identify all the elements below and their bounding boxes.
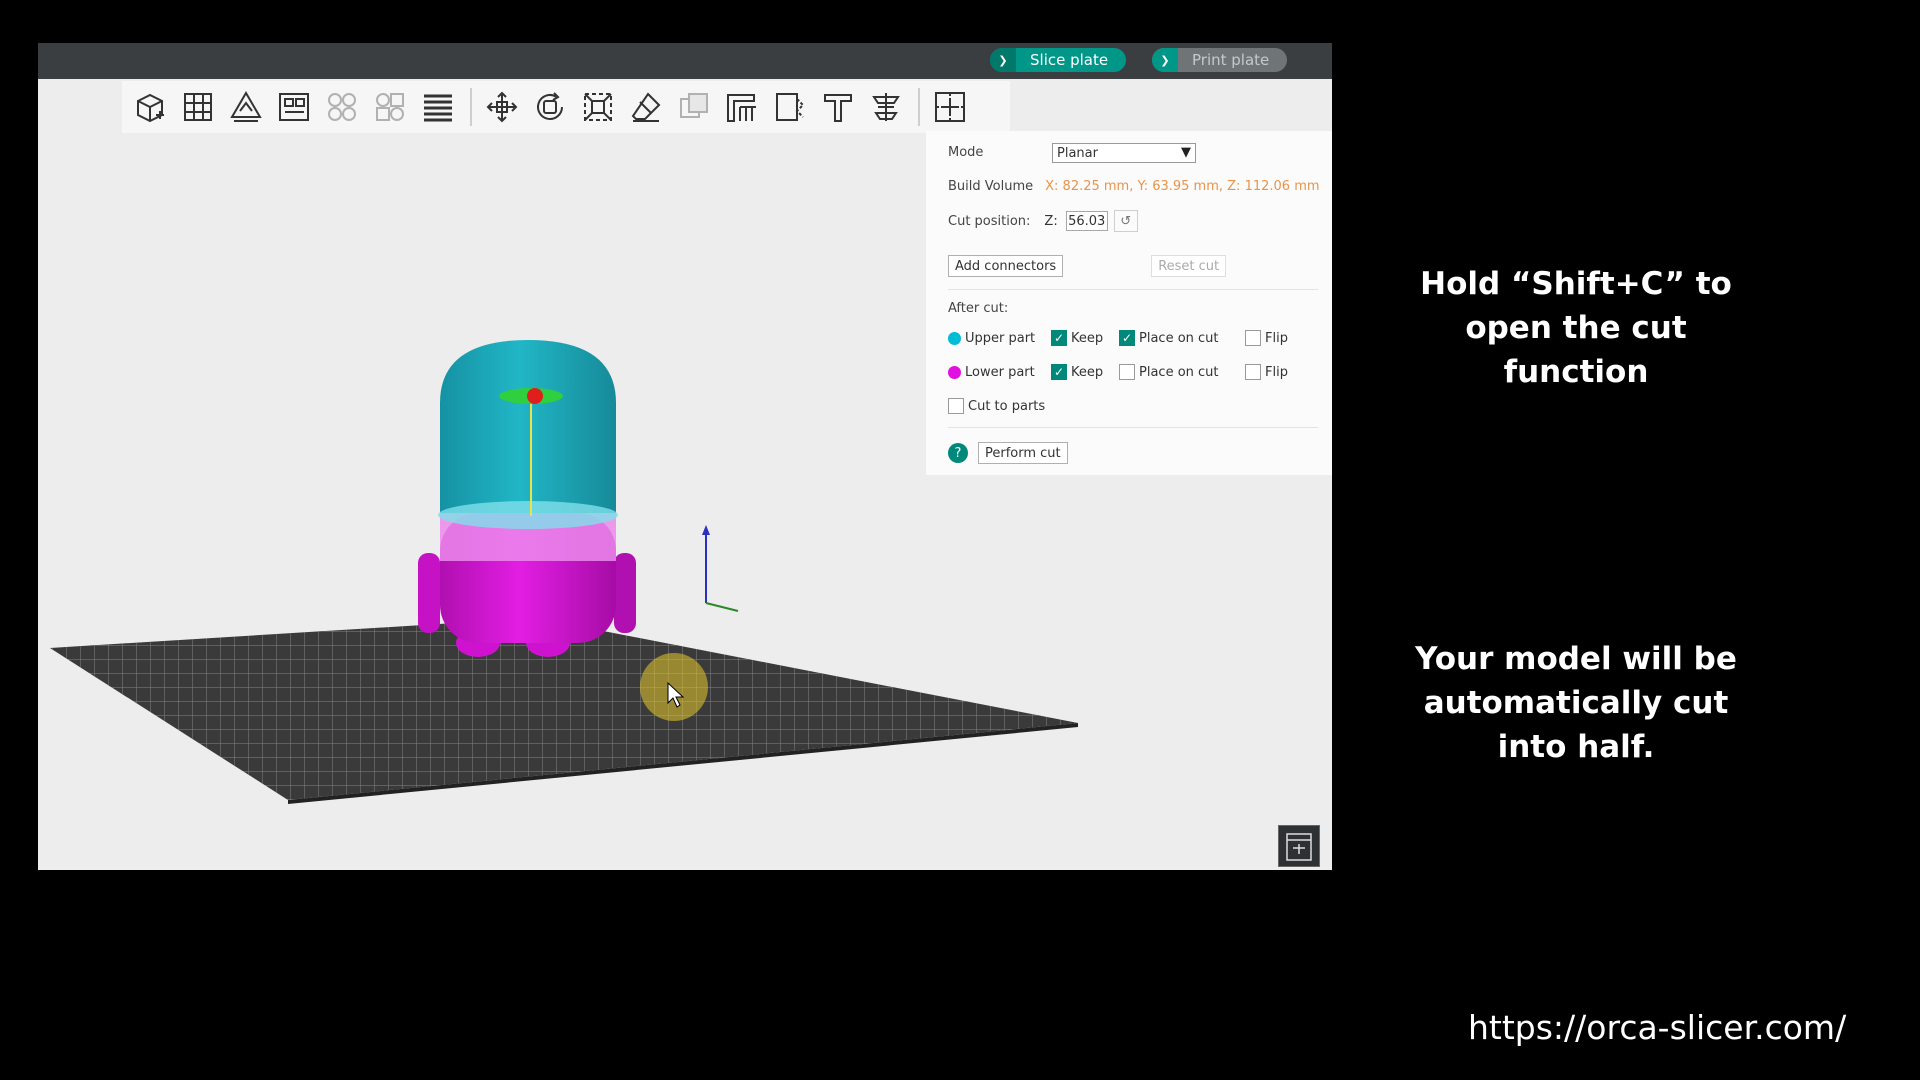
- cut-to-parts-row: Cut to parts: [948, 398, 1045, 414]
- measure-icon[interactable]: [866, 87, 906, 127]
- upper-part-color-swatch: [948, 331, 961, 345]
- cut-position-row: Cut position: Z: 56.03 ↺: [948, 210, 1138, 232]
- mode-select[interactable]: Planar ▼: [1052, 143, 1196, 163]
- upper-part-row: Upper part ✓ Keep ✓ Place on cut Flip: [948, 330, 1288, 346]
- slicer-window: ❯ Slice plate ❯ Print plate Mode Planar …: [38, 43, 1332, 870]
- divider: [948, 289, 1318, 290]
- caption-auto-cut: Your model will be automatically cut int…: [1415, 641, 1737, 765]
- upper-flip-checkbox[interactable]: [1245, 330, 1261, 346]
- perform-cut-button[interactable]: Perform cut: [978, 442, 1068, 464]
- grid-arrange-icon[interactable]: [178, 87, 218, 127]
- layout-icon[interactable]: [274, 87, 314, 127]
- perform-cut-row: ? Perform cut: [948, 442, 1068, 464]
- z-axis-arrow: [702, 525, 710, 535]
- toolbar: [122, 81, 1010, 133]
- top-bar: ❯ Slice plate ❯ Print plate: [38, 43, 1332, 79]
- toolbar-separator: [918, 88, 920, 126]
- support-paint-icon[interactable]: [722, 87, 762, 127]
- eraser-icon[interactable]: [626, 87, 666, 127]
- after-cut-heading: After cut:: [948, 301, 1009, 316]
- cut-to-parts-checkbox[interactable]: [948, 398, 964, 414]
- move-icon[interactable]: [482, 87, 522, 127]
- toolbar-separator: [470, 88, 472, 126]
- mode-row: Mode: [948, 145, 984, 160]
- lower-place-on-cut-checkbox[interactable]: [1119, 364, 1135, 380]
- rotate-icon[interactable]: [530, 87, 570, 127]
- chevron-down-icon[interactable]: ❯: [990, 48, 1016, 72]
- help-icon[interactable]: ?: [948, 443, 968, 463]
- cut-panel: Mode Planar ▼ Build Volume X: 82.25 mm, …: [926, 131, 1332, 475]
- assembly-icon[interactable]: [930, 87, 970, 127]
- lower-part-row: Lower part ✓ Keep Place on cut Flip: [948, 364, 1288, 380]
- undo-icon[interactable]: ↺: [1113, 210, 1138, 232]
- slice-plate-button[interactable]: ❯ Slice plate: [990, 48, 1127, 72]
- split-objects-icon[interactable]: [322, 87, 362, 127]
- scale-icon[interactable]: [578, 87, 618, 127]
- dropdown-arrow-icon[interactable]: ▼: [1181, 145, 1191, 160]
- seam-paint-icon[interactable]: [770, 87, 810, 127]
- caption-shift-c: Hold “Shift+C” to open the cut function: [1420, 266, 1732, 390]
- boolean-icon[interactable]: [674, 87, 714, 127]
- upper-place-on-cut-checkbox[interactable]: ✓: [1119, 330, 1135, 346]
- build-volume-row: Build Volume X: 82.25 mm, Y: 63.95 mm, Z…: [948, 179, 1320, 194]
- orient-icon[interactable]: [226, 87, 266, 127]
- cut-position-input[interactable]: 56.03: [1065, 211, 1108, 231]
- print-plate-button[interactable]: ❯ Print plate: [1152, 48, 1288, 72]
- split-parts-icon[interactable]: [370, 87, 410, 127]
- lower-part-color-swatch: [948, 365, 961, 379]
- chevron-down-icon[interactable]: ❯: [1152, 48, 1178, 72]
- upper-part[interactable]: [440, 340, 616, 513]
- printer-thumbnail-icon[interactable]: [1278, 825, 1320, 867]
- cursor-highlight: [640, 653, 708, 721]
- lower-flip-checkbox[interactable]: [1245, 364, 1261, 380]
- lower-keep-checkbox[interactable]: ✓: [1051, 364, 1067, 380]
- divider: [948, 427, 1318, 428]
- add-connectors-button[interactable]: Add connectors: [948, 255, 1064, 277]
- model-figure[interactable]: [418, 340, 636, 657]
- y-axis-line: [705, 602, 739, 612]
- website-url: https://orca-slicer.com/: [1468, 1008, 1847, 1047]
- add-cube-icon[interactable]: [130, 87, 170, 127]
- upper-keep-checkbox[interactable]: ✓: [1051, 330, 1067, 346]
- connectors-row: Add connectors Reset cut: [948, 255, 1227, 277]
- text-icon[interactable]: [818, 87, 858, 127]
- reset-cut-button[interactable]: Reset cut: [1151, 255, 1227, 277]
- layers-icon[interactable]: [418, 87, 458, 127]
